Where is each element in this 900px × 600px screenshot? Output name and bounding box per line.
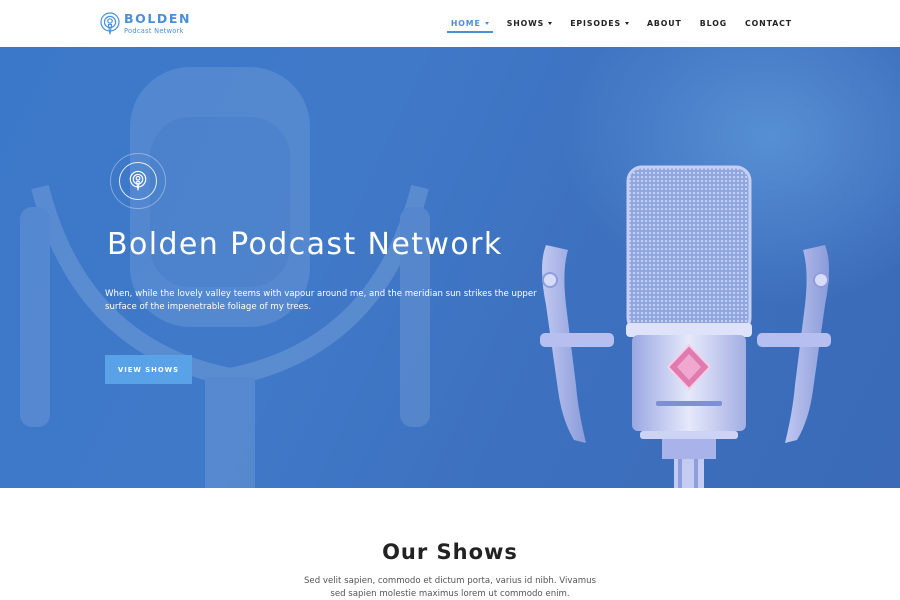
nav-item-blog[interactable]: BLOG [700, 14, 727, 34]
background-microphone-image [20, 67, 430, 488]
nav-item-label: CONTACT [745, 19, 792, 28]
nav-item-shows[interactable]: SHOWS [507, 14, 553, 34]
chevron-down-icon [484, 22, 489, 25]
hero-badge-inner [119, 162, 157, 200]
hero-badge [110, 153, 166, 209]
section-title: Our Shows [382, 540, 518, 564]
hero-section: Bolden Podcast Network When, while the l… [0, 47, 900, 488]
nav-item-label: SHOWS [506, 19, 545, 28]
nav-item-label: ABOUT [647, 19, 682, 28]
brand-name: BOLDEN [124, 11, 192, 27]
chevron-down-icon [548, 22, 553, 25]
hero-description: When, while the lovely valley teems with… [105, 289, 537, 313]
chevron-down-icon [625, 22, 629, 25]
nav-item-contact[interactable]: CONTACT [745, 14, 792, 34]
nav-item-home[interactable]: HOME [446, 14, 493, 34]
main-nav: HOME SHOWS EPISODES ABOUT BLOG CONTACT [433, 0, 792, 47]
nav-item-about[interactable]: ABOUT [647, 14, 682, 34]
podcast-icon [100, 12, 120, 35]
brand-tagline: Podcast Network [124, 26, 184, 35]
section-description: Sed velit sapien, commodo et dictum port… [303, 576, 597, 600]
hero-title: Bolden Podcast Network [107, 227, 503, 262]
podcast-icon [129, 170, 147, 191]
site-logo[interactable]: BOLDEN Podcast Network [99, 11, 191, 37]
view-shows-button[interactable]: VIEW SHOWS [105, 355, 192, 384]
site-header: BOLDEN Podcast Network HOME SHOWS EPISOD… [0, 0, 900, 47]
nav-item-label: EPISODES [570, 19, 621, 28]
nav-item-episodes[interactable]: EPISODES [570, 14, 629, 34]
microphone-image [540, 165, 831, 488]
logo-text: BOLDEN Podcast Network [124, 13, 191, 34]
nav-item-label: BLOG [699, 19, 728, 28]
nav-item-label: HOME [450, 19, 481, 28]
